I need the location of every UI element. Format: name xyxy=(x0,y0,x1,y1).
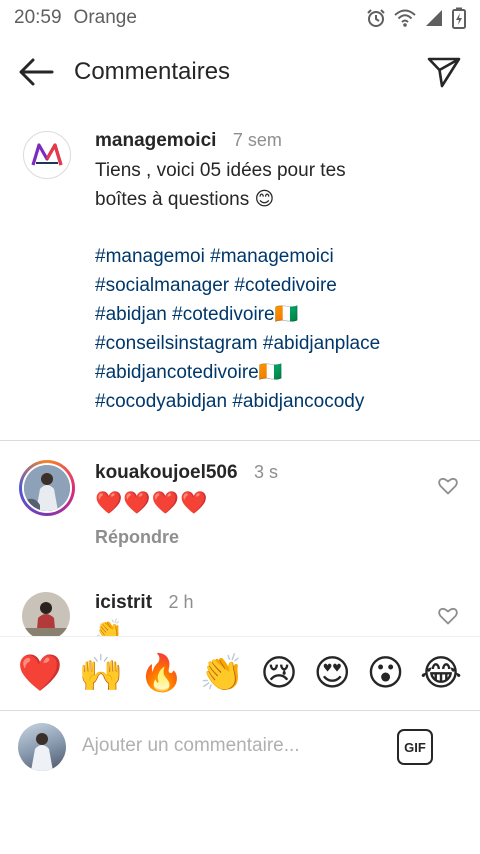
heart-outline-icon xyxy=(438,477,458,495)
comment-header: kouakoujoel506 3 s xyxy=(95,462,278,484)
hashtags: #managemoi #managemoici #socialmanager #… xyxy=(95,242,465,416)
reaction-heart[interactable]: ❤️ xyxy=(18,655,63,692)
hashtag-line[interactable]: #managemoi #managemoici xyxy=(95,242,465,271)
back-button[interactable] xyxy=(16,56,56,88)
hashtag-line[interactable]: #abidjancotedivoire🇨🇮 xyxy=(95,358,465,387)
reaction-fire[interactable]: 🔥 xyxy=(139,655,184,692)
paper-plane-icon xyxy=(427,57,461,88)
reaction-raising-hands[interactable]: 🙌 xyxy=(78,655,123,692)
wifi-icon xyxy=(394,9,416,27)
reaction-heart-eyes[interactable]: 😍 xyxy=(313,655,351,692)
divider xyxy=(0,440,480,441)
hashtag-line[interactable]: #conseilsinstagram #abidjanplace xyxy=(95,329,465,358)
comment-text: 👏 xyxy=(95,618,124,636)
battery-charging-icon xyxy=(452,7,466,29)
avatar[interactable] xyxy=(19,460,75,516)
header: Commentaires xyxy=(0,44,480,100)
caption-username[interactable]: managemoici xyxy=(95,130,216,151)
avatar xyxy=(18,723,66,771)
like-button[interactable] xyxy=(436,474,460,498)
avatar[interactable] xyxy=(23,131,71,179)
caption-text-line: Tiens , voici 05 idées pour tes xyxy=(95,160,346,181)
caption-text-line: boîtes à questions 😊 xyxy=(95,189,275,210)
reaction-laughing[interactable]: 😂 xyxy=(420,655,462,692)
comment-text: ❤️❤️❤️❤️ xyxy=(95,490,209,515)
status-carrier: Orange xyxy=(73,7,137,28)
quick-reactions-bar: ❤️ 🙌 🔥 👏 😢 😍 😮 😂 xyxy=(0,636,480,710)
share-button[interactable] xyxy=(424,54,464,90)
arrow-left-icon xyxy=(19,58,54,86)
signal-icon xyxy=(426,10,442,26)
comment-header: icistrit 2 h xyxy=(95,592,194,614)
like-button[interactable] xyxy=(436,604,460,628)
avatar[interactable] xyxy=(22,592,70,636)
avatar-image xyxy=(22,592,70,636)
managemoici-logo xyxy=(31,143,63,166)
avatar-image xyxy=(31,733,53,771)
hashtag-line[interactable]: #cocodyabidjan #abidjancocody xyxy=(95,387,465,416)
caption-header: managemoici 7 sem xyxy=(95,130,282,152)
status-time: 20:59 xyxy=(14,7,62,28)
alarm-icon xyxy=(367,9,385,27)
comment-composer: GIF xyxy=(0,710,480,784)
comment-username[interactable]: kouakoujoel506 xyxy=(95,462,238,483)
hashtag-line[interactable]: #socialmanager #cotedivoire xyxy=(95,271,465,300)
comment-time: 2 h xyxy=(168,592,194,612)
caption-time: 7 sem xyxy=(232,130,282,150)
comment-item: icistrit 2 h 👏 xyxy=(0,590,480,636)
reaction-crying[interactable]: 😢 xyxy=(260,655,298,692)
reaction-clapping[interactable]: 👏 xyxy=(200,655,245,692)
caption-text: Tiens , voici 05 idées pour tes boîtes à… xyxy=(95,156,455,214)
avatar-image xyxy=(24,465,70,511)
comment-username[interactable]: icistrit xyxy=(95,592,152,613)
reply-button[interactable]: Répondre xyxy=(95,527,179,548)
status-bar: 20:59 Orange xyxy=(0,0,480,36)
page-title: Commentaires xyxy=(74,58,231,85)
reaction-surprised[interactable]: 😮 xyxy=(367,655,405,692)
heart-outline-icon xyxy=(438,607,458,625)
status-icons xyxy=(366,7,466,29)
comment-input[interactable] xyxy=(82,735,382,757)
comment-time: 3 s xyxy=(254,462,279,482)
gif-button[interactable]: GIF xyxy=(397,729,433,765)
hashtag-line[interactable]: #abidjan #cotedivoire🇨🇮 xyxy=(95,300,465,329)
